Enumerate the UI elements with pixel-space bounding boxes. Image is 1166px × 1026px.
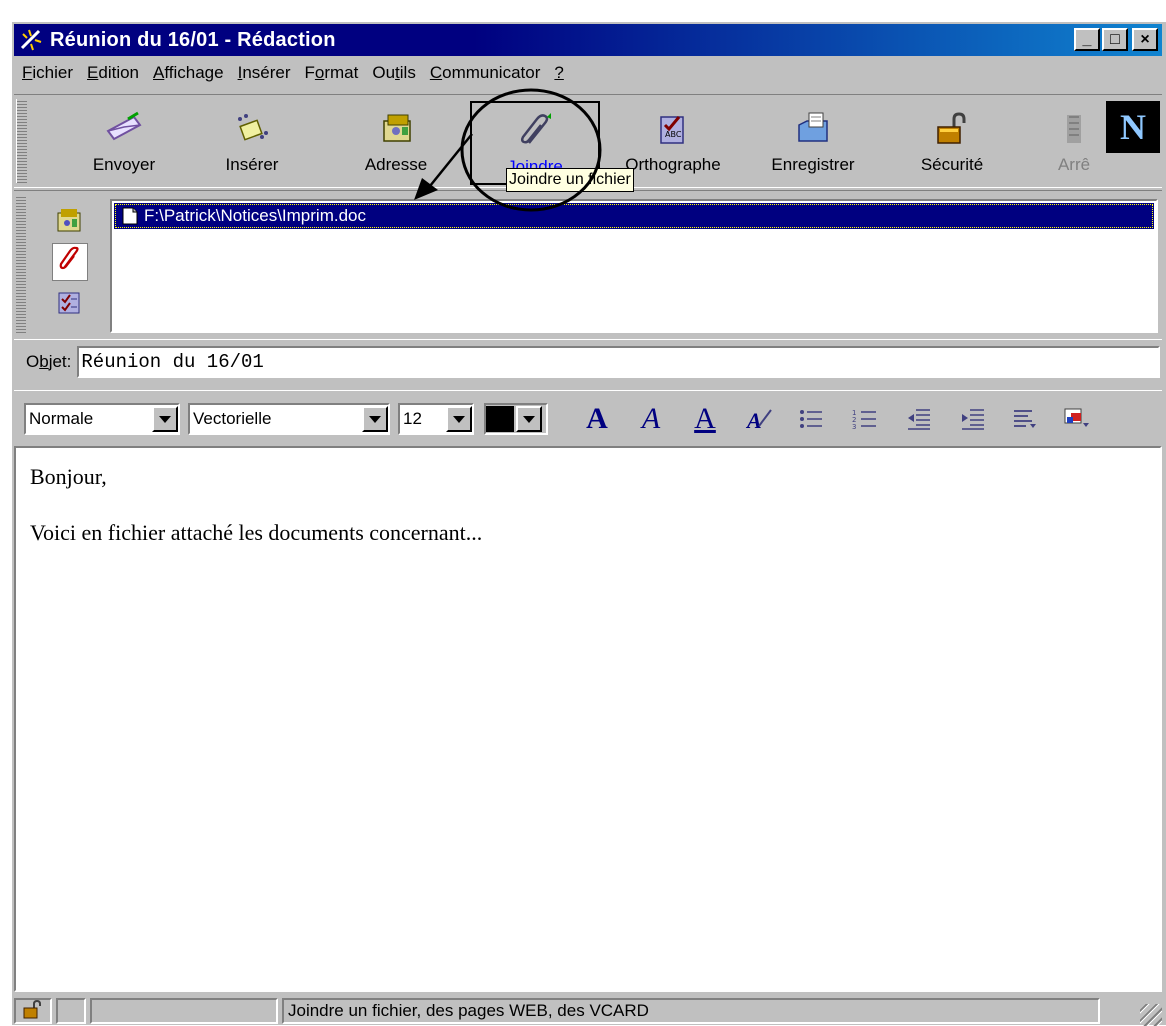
format-toolbar: Normale Vectorielle 12 A A A A 123	[14, 390, 1162, 441]
address-book-icon	[374, 107, 418, 151]
body-line-text: Voici en fichier attaché les documents c…	[30, 520, 483, 545]
chevron-down-icon[interactable]	[362, 406, 388, 432]
menu-outils[interactable]: Outils	[372, 63, 415, 83]
address-card-icon	[55, 207, 83, 240]
spellcheck-icon: ABC	[651, 107, 695, 151]
title-bar[interactable]: Réunion du 16/01 - Rédaction _ □ ×	[14, 24, 1162, 56]
font-select[interactable]: Vectorielle	[188, 403, 390, 435]
subject-label: Objet:	[26, 352, 72, 371]
send-icon	[102, 107, 146, 151]
tab-attachments[interactable]	[52, 243, 88, 281]
attachment-path: F:\Patrick\Notices\Imprim.doc	[144, 206, 366, 225]
bold-icon[interactable]: A	[580, 402, 614, 435]
quote-icon	[230, 107, 274, 151]
window-title: Réunion du 16/01 - Rédaction	[50, 28, 336, 51]
menu-edition[interactable]: Edition	[87, 63, 139, 83]
chevron-down-icon[interactable]	[516, 406, 542, 432]
chevron-down-icon[interactable]	[152, 406, 178, 432]
numbered-list-icon[interactable]: 123	[848, 403, 882, 435]
status-cell-blank	[56, 998, 86, 1024]
panel-tabs	[38, 197, 102, 331]
subject-input[interactable]: Réunion du 16/01	[77, 346, 1160, 378]
status-bar: Joindre un fichier, des pages WEB, des V…	[14, 996, 1162, 1026]
paperclip-icon	[513, 109, 557, 153]
message-body[interactable]: Bonjour, Voici en fichier attaché les do…	[14, 446, 1162, 992]
minimize-icon: _	[1082, 30, 1092, 48]
address-panel: F:\Patrick\Notices\Imprim.doc	[14, 190, 1162, 340]
menu-inserer[interactable]: Insérer	[238, 63, 291, 83]
menu-help[interactable]: ?	[554, 63, 563, 83]
color-swatch	[486, 406, 514, 432]
netscape-logo: N	[1106, 101, 1160, 153]
menu-bar: Fichier Edition Affichage Insérer Format…	[16, 59, 1162, 87]
italic-icon[interactable]: A	[634, 402, 668, 435]
underline-icon[interactable]: A	[688, 402, 722, 435]
file-icon	[122, 207, 138, 225]
security-button[interactable]: Sécurité	[904, 101, 1000, 185]
svg-text:3: 3	[852, 423, 856, 430]
status-progress	[90, 998, 278, 1024]
send-button[interactable]: Envoyer	[76, 101, 172, 185]
insert-object-icon[interactable]	[1060, 403, 1094, 435]
padlock-icon	[930, 107, 974, 151]
maximize-button[interactable]: □	[1102, 28, 1128, 51]
style-select[interactable]: Normale	[24, 403, 180, 435]
stop-icon	[1052, 107, 1096, 151]
minimize-button[interactable]: _	[1074, 28, 1100, 51]
toolbar-grip[interactable]	[16, 99, 27, 183]
outdent-icon[interactable]	[902, 403, 936, 435]
bullet-list-icon[interactable]	[794, 403, 828, 435]
save-button[interactable]: Enregistrer	[758, 101, 868, 185]
compose-app-icon	[18, 27, 44, 53]
stop-button[interactable]: Arrê	[1052, 101, 1096, 185]
menu-communicator[interactable]: Communicator	[430, 63, 541, 83]
save-folder-icon	[791, 107, 835, 151]
tab-addressing[interactable]	[52, 205, 86, 241]
indent-icon[interactable]	[956, 403, 990, 435]
attachment-list[interactable]: F:\Patrick\Notices\Imprim.doc	[110, 199, 1158, 333]
color-select[interactable]	[484, 403, 548, 435]
align-icon[interactable]	[1008, 403, 1042, 435]
menu-fichier[interactable]: Fichier	[22, 63, 73, 83]
padlock-status-icon	[22, 999, 44, 1024]
security-status[interactable]	[14, 998, 52, 1024]
menu-affichage[interactable]: Affichage	[153, 63, 224, 83]
status-message: Joindre un fichier, des pages WEB, des V…	[282, 998, 1100, 1024]
insert-button[interactable]: Insérer	[210, 101, 294, 185]
resize-grip[interactable]	[1140, 1004, 1162, 1026]
attachment-item[interactable]: F:\Patrick\Notices\Imprim.doc	[114, 203, 1154, 229]
panel-grip[interactable]	[16, 195, 26, 333]
clear-styles-icon[interactable]: A	[742, 403, 776, 435]
subject-row: Objet: Réunion du 16/01	[14, 342, 1162, 382]
svg-text:A: A	[745, 408, 762, 432]
menu-format[interactable]: Format	[305, 63, 359, 83]
close-icon: ×	[1140, 30, 1150, 48]
chevron-down-icon[interactable]	[446, 406, 472, 432]
svg-text:ABC: ABC	[665, 130, 682, 139]
maximize-icon: □	[1110, 30, 1120, 48]
paperclip-tab-icon	[56, 246, 84, 279]
checklist-icon	[55, 289, 83, 322]
tab-options[interactable]	[52, 287, 86, 323]
size-select[interactable]: 12	[398, 403, 474, 435]
address-button[interactable]: Adresse	[348, 101, 444, 185]
body-line-greeting: Bonjour,	[30, 464, 107, 489]
attach-tooltip: Joindre un fichier	[506, 168, 634, 192]
close-button[interactable]: ×	[1132, 28, 1158, 51]
